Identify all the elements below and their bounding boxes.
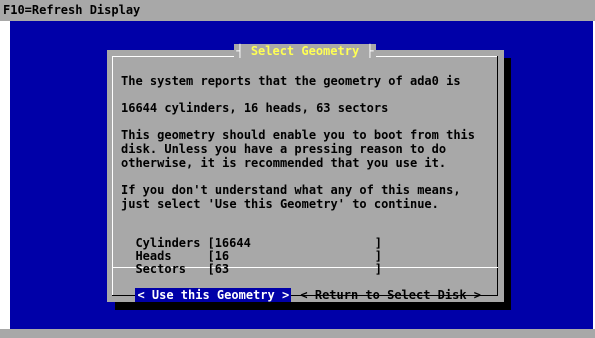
dialog-border-right bbox=[497, 56, 498, 296]
dialog-shadow-bottom bbox=[115, 302, 511, 310]
bottom-status-bar bbox=[0, 329, 595, 338]
info-line-1: This geometry should enable you to boot … bbox=[121, 128, 476, 142]
title-left-edge: ┤ bbox=[236, 44, 244, 58]
button-row: < Use this Geometry > < Return to Select… bbox=[121, 274, 483, 302]
use-geometry-button[interactable]: < Use this Geometry > bbox=[135, 288, 292, 302]
dialog-title-wrap: ┤ Select Geometry ├ bbox=[230, 44, 380, 58]
refresh-hint: F10=Refresh Display bbox=[3, 3, 141, 17]
help-line-2: just select 'Use this Geometry' to conti… bbox=[121, 197, 439, 211]
title-right-edge: ├ bbox=[366, 44, 374, 58]
return-to-select-disk-button[interactable]: < Return to Select Disk > bbox=[298, 288, 483, 302]
geometry-values-text: 16644 cylinders, 16 heads, 63 sectors bbox=[121, 101, 389, 115]
info-line-3: otherwise, it is recommended that you us… bbox=[121, 156, 447, 170]
top-status-bar: F10=Refresh Display bbox=[0, 0, 595, 21]
sectors-field-row[interactable]: Sectors [63] bbox=[121, 248, 381, 276]
dialog-title: ┤ Select Geometry ├ bbox=[234, 44, 376, 58]
dialog-border-left bbox=[112, 56, 113, 295]
geometry-report-text: The system reports that the geometry of … bbox=[121, 74, 461, 88]
dialog-shadow-right bbox=[504, 58, 511, 310]
dialog-title-text: Select Geometry bbox=[250, 44, 360, 58]
info-line-2: disk. Unless you have a pressing reason … bbox=[121, 142, 447, 156]
help-line-1: If you don't understand what any of this… bbox=[121, 183, 461, 197]
